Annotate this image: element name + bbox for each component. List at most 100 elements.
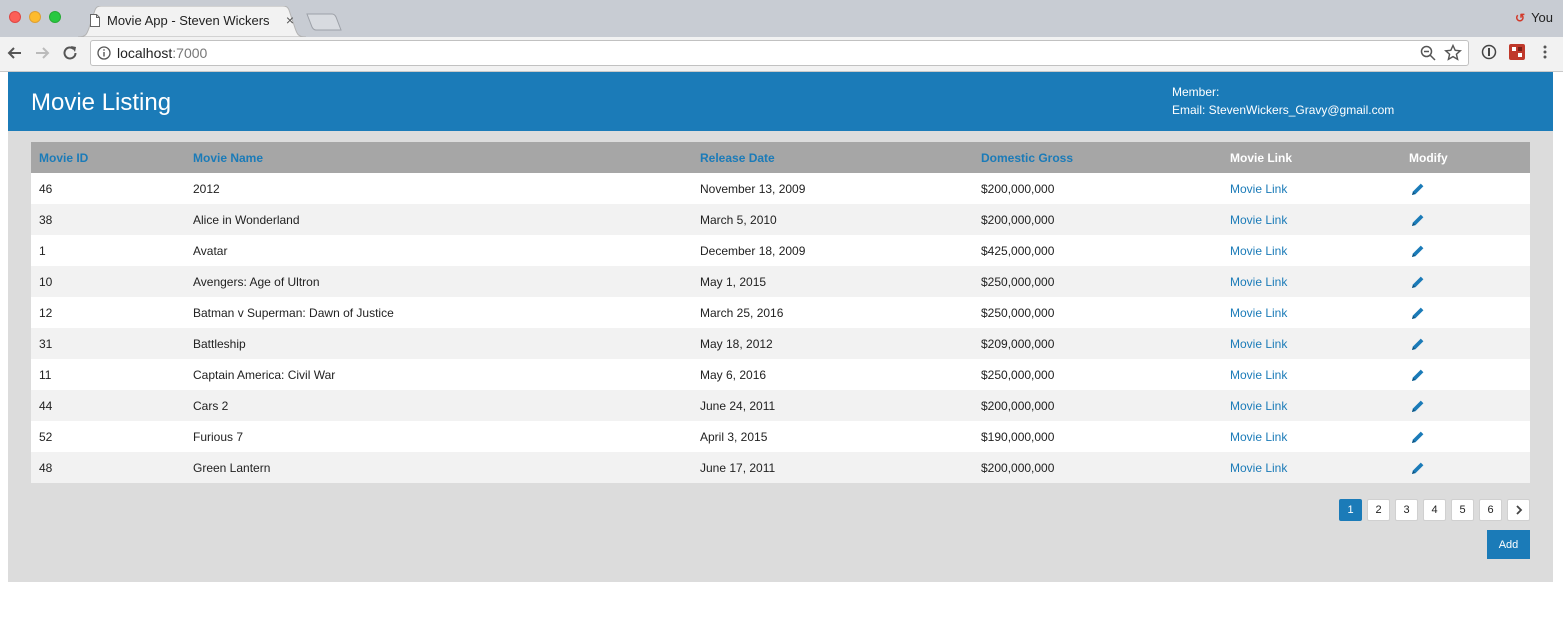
cell-modify <box>1401 452 1530 483</box>
back-arrow-icon[interactable] <box>5 43 25 63</box>
page-button-4[interactable]: 4 <box>1423 499 1446 521</box>
column-header-release-date[interactable]: Release Date <box>692 142 973 173</box>
movie-link[interactable]: Movie Link <box>1230 368 1287 382</box>
window-close-button[interactable] <box>9 11 21 23</box>
reload-icon[interactable] <box>60 43 80 63</box>
cell-movie-id: 10 <box>31 266 185 297</box>
movie-link[interactable]: Movie Link <box>1230 461 1287 475</box>
cell-release-date: November 13, 2009 <box>692 173 973 204</box>
profile-name: You <box>1531 10 1553 25</box>
edit-button[interactable] <box>1409 181 1425 195</box>
cell-movie-link: Movie Link <box>1222 297 1401 328</box>
edit-button[interactable] <box>1409 243 1425 257</box>
movie-link[interactable]: Movie Link <box>1230 337 1287 351</box>
column-header-movie-name[interactable]: Movie Name <box>185 142 692 173</box>
table-row: 31 Battleship May 18, 2012 $209,000,000 Movi… <box>31 328 1530 359</box>
tab-title: Movie App - Steven Wickers <box>107 13 270 28</box>
edit-button[interactable] <box>1409 460 1425 474</box>
cell-modify <box>1401 173 1530 204</box>
pencil-icon[interactable] <box>1411 275 1425 289</box>
pencil-icon[interactable] <box>1411 430 1425 444</box>
table-row: 48 Green Lantern June 17, 2011 $200,000,000… <box>31 452 1530 483</box>
cell-movie-name: Batman v Superman: Dawn of Justice <box>185 297 692 328</box>
add-button[interactable]: Add <box>1487 530 1530 559</box>
movie-link[interactable]: Movie Link <box>1230 275 1287 289</box>
movie-link[interactable]: Movie Link <box>1230 306 1287 320</box>
browser-menu-icon[interactable] <box>1540 44 1550 60</box>
url-text[interactable]: localhost:7000 <box>117 45 207 61</box>
column-header-domestic-gross[interactable]: Domestic Gross <box>973 142 1222 173</box>
cell-movie-name: Furious 7 <box>185 421 692 452</box>
cell-movie-link: Movie Link <box>1222 359 1401 390</box>
movie-link[interactable]: Movie Link <box>1230 399 1287 413</box>
pencil-icon[interactable] <box>1411 182 1425 196</box>
column-header-movie-id[interactable]: Movie ID <box>31 142 185 173</box>
info-icon[interactable] <box>97 46 111 60</box>
pencil-icon[interactable] <box>1411 306 1425 320</box>
window-maximize-button[interactable] <box>49 11 61 23</box>
edit-button[interactable] <box>1409 398 1425 412</box>
page-button-6[interactable]: 6 <box>1479 499 1502 521</box>
zoom-out-icon[interactable] <box>1420 45 1436 61</box>
edit-button[interactable] <box>1409 305 1425 319</box>
movie-table: Movie ID Movie Name Release Date Domesti… <box>31 142 1530 483</box>
forward-arrow-icon[interactable] <box>32 43 52 63</box>
edit-button[interactable] <box>1409 212 1425 226</box>
page-button-3[interactable]: 3 <box>1395 499 1418 521</box>
edit-button[interactable] <box>1409 336 1425 350</box>
chevron-right-icon <box>1515 505 1522 515</box>
edit-button[interactable] <box>1409 367 1425 381</box>
page-button-1[interactable]: 1 <box>1339 499 1362 521</box>
edit-button[interactable] <box>1409 429 1425 443</box>
pencil-icon[interactable] <box>1411 461 1425 475</box>
movie-link[interactable]: Movie Link <box>1230 182 1287 196</box>
window-minimize-button[interactable] <box>29 11 41 23</box>
extension-icon[interactable] <box>1509 44 1525 60</box>
cell-modify <box>1401 204 1530 235</box>
document-icon <box>90 14 100 27</box>
browser-toolbar: localhost:7000 <box>0 37 1563 72</box>
cell-release-date: May 1, 2015 <box>692 266 973 297</box>
pencil-icon[interactable] <box>1411 399 1425 413</box>
profile-button[interactable]: ↺ You <box>1515 10 1553 25</box>
page-button-2[interactable]: 2 <box>1367 499 1390 521</box>
member-label: Member: <box>1172 85 1220 99</box>
cell-movie-id: 31 <box>31 328 185 359</box>
cell-movie-id: 12 <box>31 297 185 328</box>
edit-button[interactable] <box>1409 274 1425 288</box>
pencil-icon[interactable] <box>1411 368 1425 382</box>
pencil-icon[interactable] <box>1411 213 1425 227</box>
new-tab-button[interactable] <box>306 13 342 31</box>
pencil-icon[interactable] <box>1411 337 1425 351</box>
cell-movie-link: Movie Link <box>1222 173 1401 204</box>
password-extension-icon[interactable] <box>1481 44 1497 60</box>
page-button-5[interactable]: 5 <box>1451 499 1474 521</box>
movie-link[interactable]: Movie Link <box>1230 244 1287 258</box>
cell-movie-id: 1 <box>31 235 185 266</box>
table-row: 44 Cars 2 June 24, 2011 $200,000,000 Movie L… <box>31 390 1530 421</box>
cell-movie-id: 38 <box>31 204 185 235</box>
next-page-button[interactable] <box>1507 499 1530 521</box>
cell-release-date: June 17, 2011 <box>692 452 973 483</box>
movie-link[interactable]: Movie Link <box>1230 213 1287 227</box>
cell-movie-name: Alice in Wonderland <box>185 204 692 235</box>
cell-modify <box>1401 390 1530 421</box>
cell-movie-name: Captain America: Civil War <box>185 359 692 390</box>
email-label: Email: StevenWickers_Gravy@gmail.com <box>1172 103 1395 117</box>
cell-movie-link: Movie Link <box>1222 421 1401 452</box>
cell-movie-link: Movie Link <box>1222 235 1401 266</box>
url-port: :7000 <box>172 45 208 61</box>
movie-link[interactable]: Movie Link <box>1230 430 1287 444</box>
pagination: 1 2 3 4 5 6 <box>1339 499 1530 521</box>
cell-release-date: May 18, 2012 <box>692 328 973 359</box>
cell-modify <box>1401 328 1530 359</box>
cell-release-date: May 6, 2016 <box>692 359 973 390</box>
cell-movie-link: Movie Link <box>1222 452 1401 483</box>
table-row: 38 Alice in Wonderland March 5, 2010 $200,0… <box>31 204 1530 235</box>
bookmark-star-icon[interactable] <box>1444 44 1462 62</box>
address-bar[interactable]: localhost:7000 <box>90 40 1469 66</box>
pencil-icon[interactable] <box>1411 244 1425 258</box>
table-header-row: Movie ID Movie Name Release Date Domesti… <box>31 142 1530 173</box>
browser-tab-active[interactable]: Movie App - Steven Wickers × <box>78 6 306 37</box>
tab-close-icon[interactable]: × <box>283 13 297 27</box>
